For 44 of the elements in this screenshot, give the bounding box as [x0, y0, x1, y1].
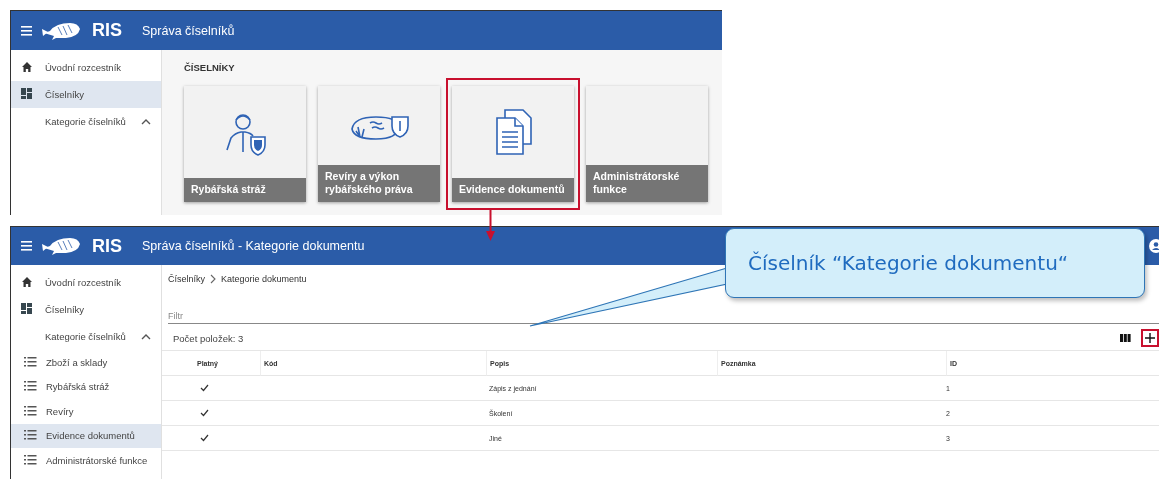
sidebar-item[interactable]: Revíry — [11, 399, 161, 424]
page-title: Správa číselníků - Kategorie dokumentu — [142, 239, 365, 253]
list-icon — [24, 453, 37, 465]
documents-icon — [493, 108, 533, 157]
fish-logo-icon — [42, 20, 82, 41]
columns-button[interactable] — [1120, 334, 1131, 342]
list-icon — [24, 429, 37, 441]
page-title: Správa číselníků — [142, 23, 235, 38]
home-icon — [21, 275, 33, 288]
item-count: Počet položek: 3 — [173, 332, 244, 344]
list-icon — [24, 355, 37, 367]
columns-icon — [1120, 334, 1131, 342]
category-tile[interactable]: Administrátorské funkce — [586, 86, 708, 202]
plus-icon — [1145, 333, 1155, 343]
breadcrumb-link[interactable]: Číselníky — [168, 274, 205, 284]
sidebar-item[interactable]: Rybářská stráž — [11, 374, 161, 399]
logo-text: RIS — [92, 20, 122, 41]
menu-icon[interactable] — [21, 25, 32, 36]
sidebar-item[interactable]: Evidence dokumentů — [11, 423, 161, 448]
category-tile[interactable]: Rybářská stráž — [184, 86, 306, 202]
sidebar-item[interactable]: Administrátorské funkce — [11, 448, 161, 473]
dashboard-icon — [21, 88, 32, 99]
breadcrumb-current: Kategorie dokumentu — [221, 274, 307, 284]
sidebar-item[interactable]: Číselníky — [11, 296, 161, 323]
section-title: ČÍSELNÍKY — [184, 62, 236, 73]
sidebar-item[interactable]: Kategorie číselníků — [11, 323, 161, 350]
sidebar-item[interactable]: Kategorie číselníků — [11, 108, 161, 135]
logo-text: RIS — [92, 235, 122, 257]
dashboard-icon — [21, 303, 32, 314]
sidebar-item[interactable]: Úvodní rozcestník — [11, 54, 161, 81]
fish-logo-icon — [42, 236, 82, 256]
menu-icon[interactable] — [21, 241, 32, 251]
account-icon[interactable] — [1149, 239, 1159, 253]
callout: Číselník “Kategorie dokumentu“ — [725, 228, 1145, 298]
list-icon — [24, 404, 37, 416]
chevron-right-icon — [209, 274, 217, 284]
sidebar-item[interactable]: Číselníky — [11, 81, 161, 108]
add-button[interactable] — [1141, 329, 1159, 347]
home-icon — [21, 60, 33, 73]
category-tile[interactable]: Evidence dokumentů — [452, 86, 574, 202]
category-tile[interactable]: Revíry a výkon rybářského práva — [318, 86, 440, 202]
sidebar-item[interactable]: Úvodní rozcestník — [11, 269, 161, 296]
list-icon — [24, 380, 37, 392]
sidebar-item[interactable]: Zboží a sklady — [11, 350, 161, 375]
